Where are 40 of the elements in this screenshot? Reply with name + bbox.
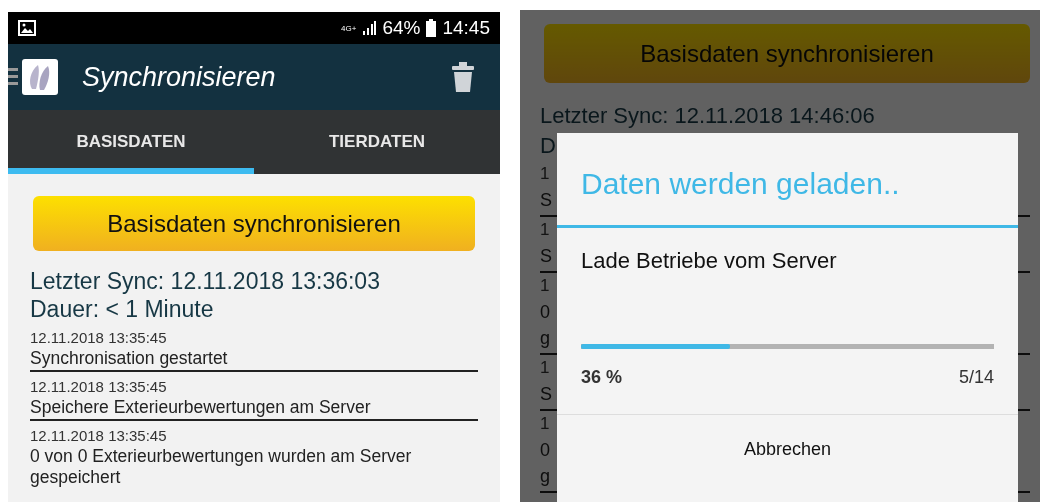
tab[interactable]: TIERDATEN (254, 110, 500, 174)
log-timestamp: 12.11.2018 13:35:45 (30, 427, 168, 444)
dialog-title: Daten werden geladen.. (557, 133, 1018, 228)
hoof-print-logo-icon (22, 59, 58, 95)
last-sync-text: Letzter Sync: 12.11.2018 13:36:03 (30, 267, 381, 295)
battery-percent: 64% (382, 17, 421, 39)
dialog-message: Lade Betriebe vom Server (580, 247, 838, 274)
progress-count: 5/14 (958, 367, 994, 388)
log-timestamp: 1 (540, 219, 550, 241)
log-timestamp: 1 (540, 275, 550, 297)
log-message: S (540, 189, 552, 212)
progress-percent: 36 % (581, 367, 623, 388)
log-message: S (540, 245, 552, 268)
duration-text: Dauer: < 1 Minute (30, 295, 215, 323)
clock: 14:45 (442, 17, 490, 39)
log-timestamp: 12.11.2018 13:35:45 (30, 378, 168, 395)
log-timestamp: 1 (540, 357, 550, 379)
log-message: g (540, 327, 550, 350)
tab[interactable]: BASISDATEN (8, 110, 254, 174)
log-timestamp: 1 (540, 163, 550, 185)
cancel-button[interactable]: Abbrechen (723, 429, 852, 470)
log-message: 0 (540, 301, 550, 324)
menu-icon[interactable] (8, 66, 18, 88)
battery-icon (426, 19, 437, 37)
app-title: Synchronisieren (82, 61, 277, 93)
log-message: Synchronisation gestartet (30, 348, 478, 372)
log-message: 0 (540, 439, 550, 462)
log-timestamp: 1 (540, 413, 550, 435)
log-timestamp: 12.11.2018 13:35:45 (30, 329, 168, 346)
signal-icon (362, 21, 377, 35)
duration-text: D (540, 132, 556, 160)
log-message: Speichere Exterieurbewertungen am Server (30, 397, 478, 421)
image-icon (18, 20, 36, 36)
sync-button[interactable]: Basisdaten synchronisieren (33, 196, 475, 251)
log-message: S (540, 383, 552, 406)
network-type: 4G+ (341, 23, 357, 33)
log-message: 0 von 0 Exterieurbewertungen wurden am Server gespeichert (30, 446, 413, 489)
trash-icon[interactable] (452, 62, 474, 92)
last-sync-text: Letzter Sync: 12.11.2018 14:46:06 (540, 102, 875, 130)
log-message: g (540, 465, 550, 488)
